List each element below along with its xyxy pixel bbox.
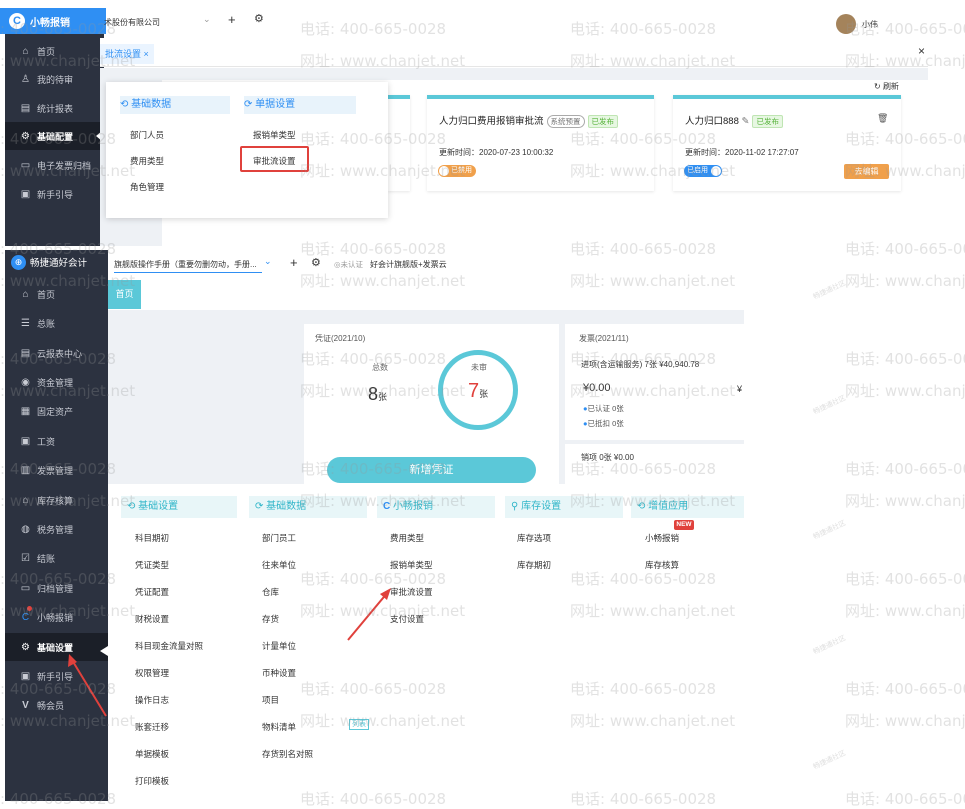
arrow-basic-settings — [71, 659, 107, 717]
arrow-approval-flow — [347, 591, 389, 641]
annotation-arrows — [68, 588, 391, 717]
active-indicator — [100, 646, 108, 656]
